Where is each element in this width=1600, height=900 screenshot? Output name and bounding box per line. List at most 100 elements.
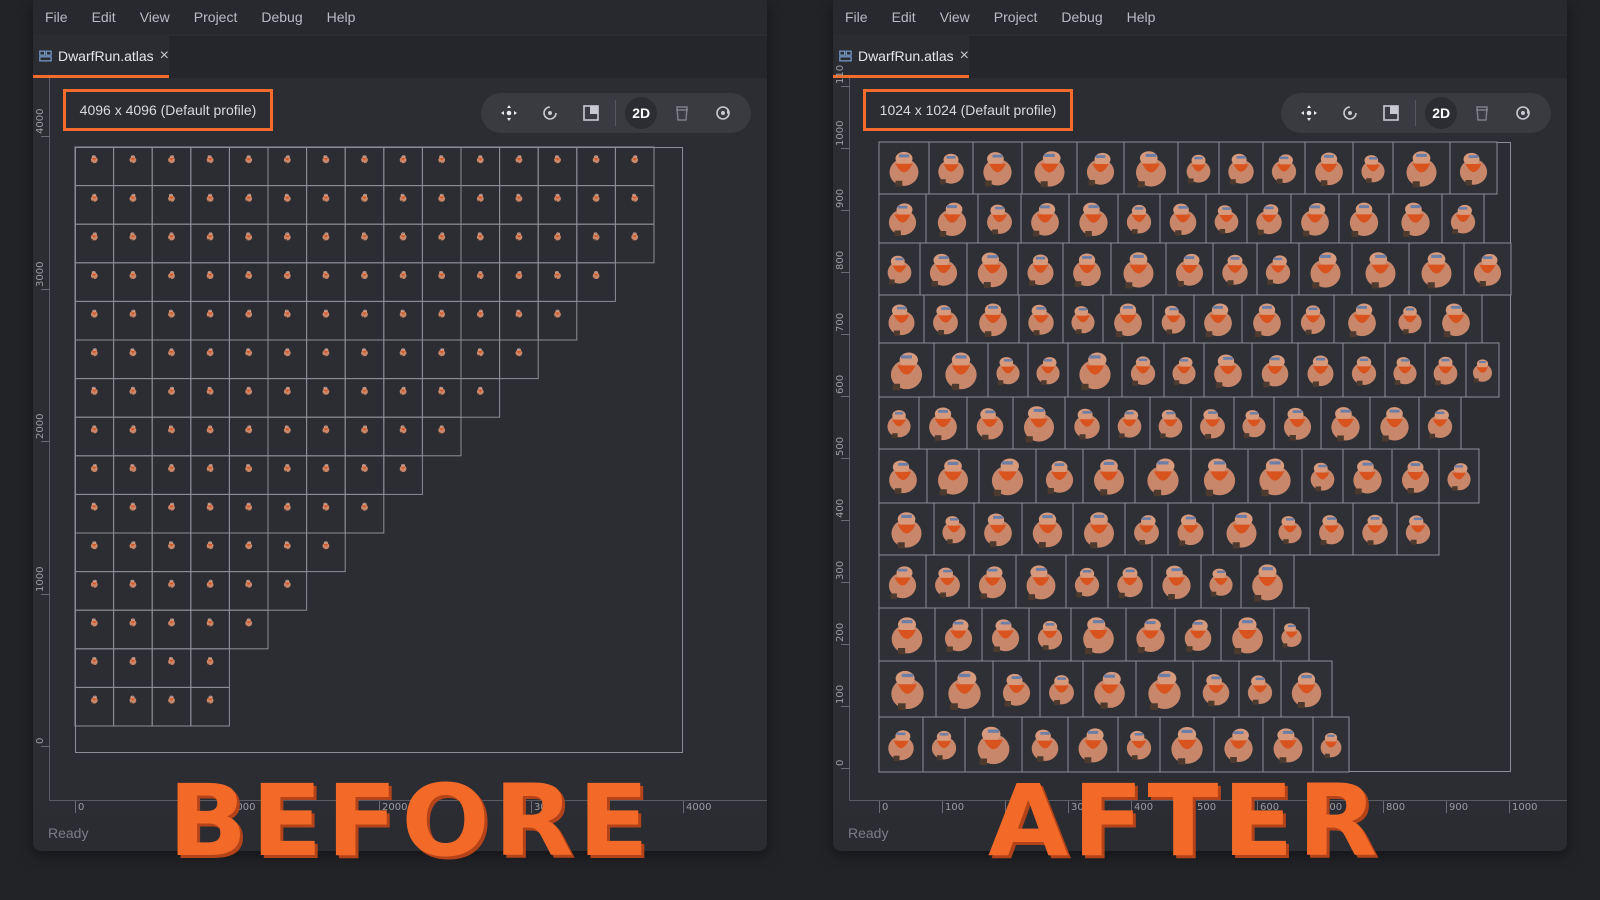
dwarf-sprite [283,271,291,280]
dwarf-sprite [361,386,368,395]
editor-panel-after: File Edit View Project Debug Help DwarfR… [833,0,1567,851]
dwarf-sprite [283,348,291,357]
dwarf-sprite [361,464,368,473]
atlas-cell [421,378,462,418]
atlas-cell [190,609,230,650]
atlas-cell [576,262,616,302]
atlas-cell [151,648,192,688]
dwarf-sprite [206,386,214,395]
atlas-viewport[interactable]: 0 100 200 300 400 500 600 700 800 900 1000 110 0 100… [833,65,1567,815]
dwarf-sprite [168,309,175,318]
menu-help[interactable]: Help [327,9,356,25]
atlas-cell [499,223,539,264]
dwarf-sprite [206,695,214,704]
dwarf-sprite [554,309,561,318]
menu-help[interactable]: Help [1127,9,1156,25]
menu-view[interactable]: View [940,9,970,25]
dwarf-sprite [476,386,484,395]
dwarf-sprite [361,348,368,357]
dwarf-sprite [399,232,407,241]
atlas-cell [499,300,539,341]
atlas-cell [190,532,230,573]
atlas-cell [151,455,192,495]
atlas-cell [267,146,308,187]
dwarf-sprite [245,232,253,241]
atlas-cell [228,223,269,264]
dwarf-sprite [168,657,175,666]
atlas-cell [113,686,153,727]
atlas-cell [74,185,115,225]
dwarf-sprite [515,348,523,357]
dwarf-sprite [515,309,523,318]
menu-bar: File Edit View Project Debug Help [33,0,767,34]
atlas-viewport[interactable]: 0 1000 2000 3000 4000 0 1000 2000 3000 4000 4096… [33,78,767,815]
dwarf-sprite [206,193,214,202]
tab-dwarfrun-atlas[interactable]: DwarfRun.atlas × [33,36,169,78]
atlas-cell [499,339,539,380]
atlas-cell [306,416,346,457]
menu-debug[interactable]: Debug [1061,9,1102,25]
dwarf-sprite [245,618,253,627]
dwarf-sprite [168,541,175,550]
atlas-cell [74,378,115,418]
dwarf-sprite [399,309,407,318]
packed-sprite-grid [878,141,1512,773]
atlas-cell [113,455,153,495]
tab-bar: DwarfRun.atlas × [33,36,767,78]
dwarf-sprite [283,464,291,473]
atlas-cell [113,339,153,380]
atlas-cell [421,223,462,264]
atlas-cell [190,378,230,418]
atlas-cell [344,262,385,302]
atlas-cell [383,455,423,495]
menu-file[interactable]: File [845,9,868,25]
dwarf-sprite [245,579,253,588]
dwarf-sprite [245,271,253,280]
close-icon[interactable]: × [960,47,969,64]
atlas-cell [190,455,230,495]
dwarf-sprite [129,657,137,666]
atlas-cell [383,262,423,302]
atlas-cell [267,455,308,495]
dwarf-sprite [90,695,98,704]
dwarf-sprite [90,464,98,473]
before-caption: BEFORE [168,763,653,879]
menu-debug[interactable]: Debug [261,9,302,25]
dwarf-sprite [476,155,484,164]
dwarf-sprite [206,348,214,357]
menu-edit[interactable]: Edit [892,9,916,25]
dwarf-sprite [322,271,330,280]
dwarf-sprite [554,232,561,241]
atlas-cell [151,146,192,187]
dwarf-sprite [283,579,291,588]
atlas-cell [74,609,115,650]
atlas-cell [383,223,423,264]
atlas-cell [74,532,115,573]
atlas-cell [344,493,385,534]
atlas-cell [190,493,230,534]
menu-file[interactable]: File [45,9,68,25]
menu-project[interactable]: Project [994,9,1038,25]
menu-project[interactable]: Project [194,9,238,25]
dwarf-sprite [168,464,175,473]
atlas-cell [228,609,269,650]
atlas-cell [576,185,616,225]
dwarf-sprite [438,155,446,164]
atlas-cell [537,146,578,187]
atlas-cell [267,378,308,418]
atlas-cell [190,300,230,341]
dwarf-sprite [322,155,330,164]
atlas-cell [344,416,385,457]
menu-view[interactable]: View [140,9,170,25]
atlas-cell [421,300,462,341]
dwarf-sprite [476,271,484,280]
dwarf-sprite [129,348,137,357]
close-icon[interactable]: × [160,47,169,64]
atlas-cell [228,146,269,187]
dwarf-sprite [361,502,368,511]
dwarf-sprite [206,464,214,473]
menu-edit[interactable]: Edit [92,9,116,25]
atlas-cell [576,223,616,264]
tab-dwarfrun-atlas[interactable]: DwarfRun.atlas × [833,36,969,78]
atlas-cell [537,300,578,341]
